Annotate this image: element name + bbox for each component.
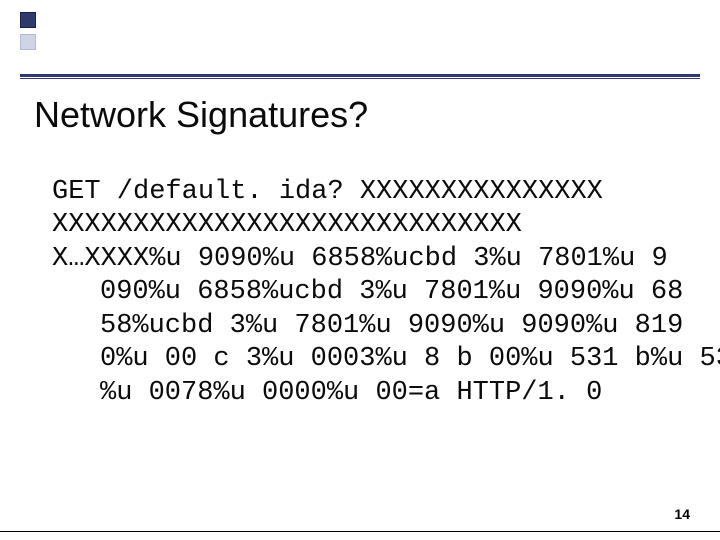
code-line-1: GET /default. ida? XXXXXXXXXXXXXXX <box>52 177 603 207</box>
code-line-3-cont1: 090%u 6858%ucbd 3%u 7801%u 9090%u 68 <box>100 276 680 309</box>
code-block: GET /default. ida? XXXXXXXXXXXXXXX XXXXX… <box>52 176 680 410</box>
square-dark-icon <box>20 12 36 28</box>
square-light-icon <box>20 34 36 50</box>
corner-decoration <box>20 12 36 50</box>
slide-title: Network Signatures? <box>34 94 368 136</box>
header-rule <box>20 74 700 79</box>
code-line-2: XXXXXXXXXXXXXXXXXXXXXXXXXXXXX <box>52 210 522 240</box>
footer-rule <box>0 531 720 532</box>
code-line-3: X…XXXX%u 9090%u 6858%ucbd 3%u 7801%u 9 <box>52 244 668 274</box>
code-line-3-cont2: 58%ucbd 3%u 7801%u 9090%u 9090%u 819 <box>100 310 680 343</box>
code-line-3-cont3: 0%u 00 c 3%u 0003%u 8 b 00%u 531 b%u 53 … <box>100 343 680 376</box>
code-line-3-cont4: %u 0078%u 0000%u 00=a HTTP/1. 0 <box>100 377 680 410</box>
page-number: 14 <box>674 506 690 522</box>
